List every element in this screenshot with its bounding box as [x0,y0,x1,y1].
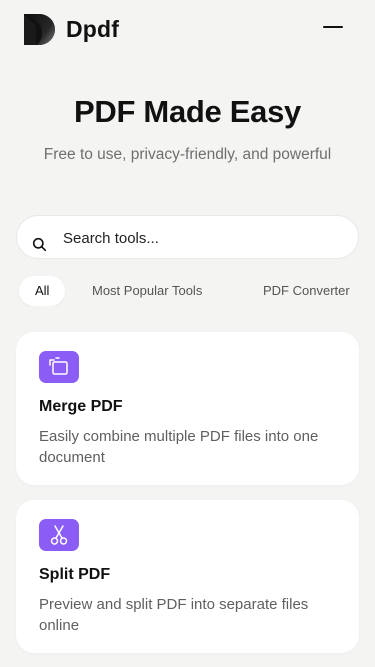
brand-name: Dpdf [66,15,120,42]
tool-icon-badge [39,519,79,551]
tool-description: Easily combine multiple PDF files into o… [39,428,319,466]
filter-chip-most-popular[interactable]: Most Popular Tools [92,276,202,306]
tool-title: Split PDF [39,566,111,583]
page-subtitle: Free to use, privacy-friendly, and power… [43,146,332,163]
tool-title: Merge PDF [39,398,123,415]
hamburger-menu-icon [323,26,343,28]
search-bar[interactable] [16,215,359,259]
tool-description: Preview and split PDF into separate file… [39,596,309,634]
search-icon [32,237,47,252]
category-filters: All Most Popular Tools PDF Converter [0,276,375,306]
dpdf-logo-icon [24,13,55,45]
merge-icon [49,357,68,375]
tool-card-merge-pdf[interactable]: Merge PDF Easily combine multiple PDF fi… [16,332,359,485]
filter-chip-pdf-converter[interactable]: PDF Converter [263,276,350,306]
filter-chip-all[interactable]: All [19,276,66,306]
page-title: PDF Made Easy [74,94,301,129]
search-input[interactable] [63,226,343,250]
scissors-icon [50,525,68,545]
header: Dpdf [0,0,375,58]
tool-icon-badge [39,351,79,383]
brand-logo[interactable]: Dpdf [24,13,119,45]
menu-button[interactable] [323,26,343,30]
tool-card-split-pdf[interactable]: Split PDF Preview and split PDF into sep… [16,500,359,653]
